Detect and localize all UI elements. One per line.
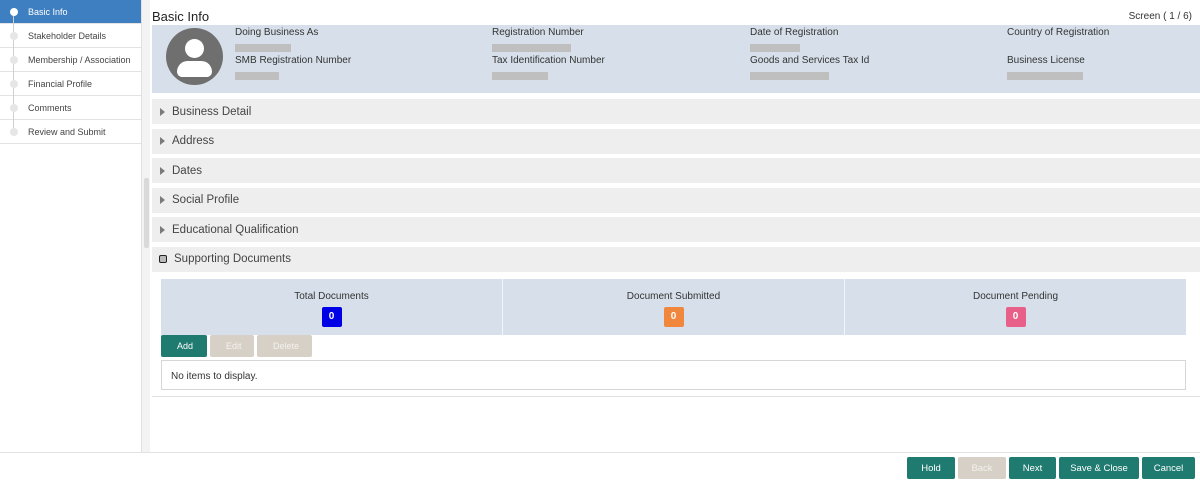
stat-label: Total Documents <box>294 291 369 302</box>
page-title: Basic Info <box>152 9 210 24</box>
collapse-square-icon <box>159 255 167 263</box>
expand-triangle-icon <box>160 225 165 234</box>
field-gst-id: Goods and Services Tax Id <box>750 55 869 80</box>
save-close-button[interactable]: Save & Close <box>1059 457 1139 479</box>
section-label: Dates <box>172 164 203 177</box>
field-business-license: Business License <box>1007 55 1085 80</box>
step-dot-icon <box>10 8 18 16</box>
step-label: Stakeholder Details <box>28 30 107 41</box>
accordion-sections: Business Detail Address Dates Social Pro… <box>152 99 1200 276</box>
field-label: Doing Business As <box>235 27 319 38</box>
sidebar-step-stakeholder-details[interactable]: Stakeholder Details <box>0 24 141 56</box>
empty-list-message: No items to display. <box>171 371 258 382</box>
avatar-icon <box>166 28 223 85</box>
next-button[interactable]: Next <box>1009 457 1056 479</box>
redacted-value <box>750 72 829 80</box>
field-registration-number: Registration Number <box>492 27 584 52</box>
field-label: Goods and Services Tax Id <box>750 55 870 66</box>
document-toolbar: Add Edit Delete <box>161 335 312 357</box>
step-dot-icon <box>10 56 18 64</box>
sidebar-step-financial-profile[interactable]: Financial Profile <box>0 72 141 104</box>
stat-document-pending: Document Pending 0 <box>845 279 1186 335</box>
section-address[interactable]: Address <box>152 128 1200 154</box>
stat-label: Document Submitted <box>626 291 721 302</box>
add-document-button[interactable]: Add <box>161 335 207 357</box>
back-button[interactable]: Back <box>958 457 1006 479</box>
redacted-value <box>750 44 800 52</box>
redacted-value <box>1007 72 1083 80</box>
main-content: Basic Info Screen ( 1 / 6) Doing Busines… <box>152 0 1200 452</box>
step-label: Financial Profile <box>28 78 93 89</box>
sidebar-step-review-submit[interactable]: Review and Submit <box>0 120 141 144</box>
document-list: No items to display. <box>161 360 1186 390</box>
expand-triangle-icon <box>160 196 165 204</box>
section-educational-qualification[interactable]: Educational Qualification <box>152 217 1200 242</box>
document-stats: Total Documents 0 Document Submitted 0 D… <box>161 279 1186 335</box>
field-label: SMB Registration Number <box>235 55 352 66</box>
step-dot-icon <box>10 80 18 88</box>
step-label: Comments <box>28 102 72 113</box>
stat-badge: 0 <box>663 307 684 327</box>
section-social-profile[interactable]: Social Profile <box>152 187 1200 213</box>
step-label: Membership / Association <box>28 54 131 65</box>
footer-bar: Hold Back Next Save & Close Cancel <box>0 452 1200 480</box>
step-dot-icon <box>10 104 18 112</box>
sidebar-step-basic-info[interactable]: Basic Info <box>0 0 141 32</box>
step-label: Basic Info <box>28 6 68 17</box>
redacted-value <box>492 72 548 80</box>
field-tax-identification-number: Tax Identification Number <box>492 55 605 80</box>
field-country-of-registration: Country of Registration <box>1007 27 1109 38</box>
stat-document-submitted: Document Submitted 0 <box>503 279 845 335</box>
section-label: Educational Qualification <box>172 223 299 236</box>
sidebar-step-membership[interactable]: Membership / Association <box>0 48 141 80</box>
step-dot-icon <box>10 32 18 40</box>
redacted-value <box>235 44 291 52</box>
step-label: Review and Submit <box>28 126 106 137</box>
avatar-head <box>185 39 204 58</box>
stat-badge: 0 <box>321 307 342 327</box>
field-doing-business-as: Doing Business As <box>235 27 318 52</box>
section-supporting-documents[interactable]: Supporting Documents <box>152 246 1200 272</box>
expand-triangle-icon <box>160 107 165 116</box>
stat-badge: 0 <box>1005 307 1026 327</box>
field-label: Tax Identification Number <box>492 55 605 66</box>
hold-button[interactable]: Hold <box>907 457 955 479</box>
field-date-of-registration: Date of Registration <box>750 27 838 52</box>
stat-label: Document Pending <box>972 291 1059 302</box>
delete-document-button[interactable]: Delete <box>257 335 312 357</box>
redacted-value <box>492 44 571 52</box>
section-label: Address <box>172 135 215 147</box>
footer-buttons: Hold Back Next Save & Close Cancel <box>907 457 1195 479</box>
field-label: Date of Registration <box>750 27 839 38</box>
profile-summary-card: Doing Business As Registration Number Da… <box>152 25 1200 93</box>
supporting-documents-panel: Total Documents 0 Document Submitted 0 D… <box>152 270 1200 397</box>
sidebar-step-comments[interactable]: Comments <box>0 96 141 128</box>
step-sidebar: Basic Info Stakeholder Details Membershi… <box>0 0 142 452</box>
stat-total-documents: Total Documents 0 <box>161 279 503 335</box>
step-dot-icon <box>10 128 18 136</box>
sidebar-resize-handle[interactable] <box>144 178 149 248</box>
screen-indicator: Screen ( 1 / 6) <box>1128 11 1192 22</box>
expand-triangle-icon <box>160 137 165 145</box>
redacted-value <box>235 72 279 80</box>
app-window: Basic Info Stakeholder Details Membershi… <box>0 0 1200 480</box>
field-label: Registration Number <box>492 27 584 38</box>
section-business-detail[interactable]: Business Detail <box>152 99 1200 124</box>
section-dates[interactable]: Dates <box>152 158 1200 183</box>
cancel-button[interactable]: Cancel <box>1142 457 1195 479</box>
field-label: Business License <box>1007 55 1085 66</box>
field-smb-registration-number: SMB Registration Number <box>235 55 351 80</box>
edit-document-button[interactable]: Edit <box>210 335 254 357</box>
expand-triangle-icon <box>160 166 165 175</box>
avatar-body <box>177 61 212 77</box>
section-label: Business Detail <box>172 105 252 118</box>
section-label: Social Profile <box>172 194 240 206</box>
section-label: Supporting Documents <box>174 253 291 265</box>
field-label: Country of Registration <box>1007 27 1110 38</box>
